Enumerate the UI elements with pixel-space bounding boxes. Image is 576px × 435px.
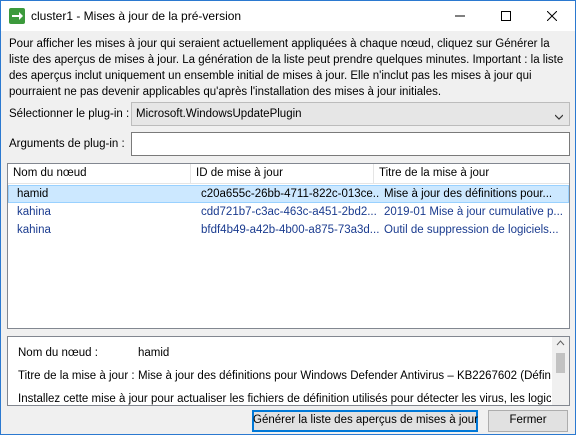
cell-title: Outil de suppression de logiciels... (384, 224, 559, 236)
column-header-title[interactable]: Titre de la mise à jour (374, 164, 569, 184)
details-node-value: hamid (138, 347, 170, 359)
column-header-node[interactable]: Nom du nœud (8, 164, 191, 184)
close-button[interactable] (529, 1, 575, 31)
close-dialog-button[interactable]: Fermer (488, 410, 568, 432)
table-row[interactable]: kahina bfdf4b49-a42b-4b00-a875-73a3d... … (8, 222, 569, 240)
cell-id: c20a655c-26bb-4711-822c-013ce... (201, 188, 379, 200)
cell-node: kahina (17, 206, 51, 218)
updates-list[interactable]: Nom du nœud ID de mise à jour Titre de l… (7, 163, 570, 329)
details-pane: Nom du nœud : hamid Titre de la mise à j… (7, 336, 570, 406)
details-title-label: Titre de la mise à jour : (18, 370, 135, 382)
maximize-icon (501, 11, 511, 21)
cell-title: Mise à jour des définitions pour... (384, 188, 553, 200)
title-bar[interactable]: cluster1 - Mises à jour de la pré-versio… (1, 1, 575, 31)
details-scrollbar[interactable] (552, 337, 569, 405)
table-row[interactable]: kahina cdd721b7-c3ac-463c-a451-2bd2... 2… (8, 204, 569, 222)
column-header-id[interactable]: ID de mise à jour (191, 164, 374, 184)
cell-id: cdd721b7-c3ac-463c-a451-2bd2... (201, 206, 377, 218)
window-title: cluster1 - Mises à jour de la pré-versio… (31, 9, 242, 23)
plugin-args-input[interactable] (131, 132, 570, 156)
maximize-button[interactable] (483, 1, 529, 31)
generate-preview-button[interactable]: Générer la liste des aperçus de mises à … (252, 410, 478, 432)
cell-node: hamid (17, 188, 49, 200)
description-text: Pour afficher les mises à jour qui serai… (9, 38, 564, 98)
chevron-down-icon (554, 110, 564, 124)
arrow-right-icon (9, 8, 25, 24)
list-header: Nom du nœud ID de mise à jour Titre de l… (8, 164, 569, 184)
plugin-label: Sélectionner le plug-in : (9, 108, 130, 120)
details-node-label: Nom du nœud : (18, 347, 98, 359)
plugin-select-value: Microsoft.WindowsUpdatePlugin (136, 108, 302, 120)
cell-title: 2019-01 Mise à jour cumulative p... (384, 206, 563, 218)
cell-node: kahina (17, 224, 51, 236)
scroll-up-icon[interactable] (552, 337, 569, 349)
minimize-button[interactable] (437, 1, 483, 31)
table-row[interactable]: hamid c20a655c-26bb-4711-822c-013ce... M… (8, 185, 569, 203)
close-icon (547, 11, 557, 21)
dialog-window: cluster1 - Mises à jour de la pré-versio… (0, 0, 576, 435)
details-body-text: Installez cette mise à jour pour actuali… (18, 393, 551, 405)
cell-id: bfdf4b49-a42b-4b00-a875-73a3d... (201, 224, 379, 236)
args-label: Arguments de plug-in : (9, 138, 125, 150)
plugin-select[interactable]: Microsoft.WindowsUpdatePlugin (131, 102, 570, 126)
details-title-value: Mise à jour des définitions pour Windows… (138, 370, 551, 382)
minimize-icon (455, 15, 465, 17)
scrollbar-thumb[interactable] (556, 353, 565, 373)
